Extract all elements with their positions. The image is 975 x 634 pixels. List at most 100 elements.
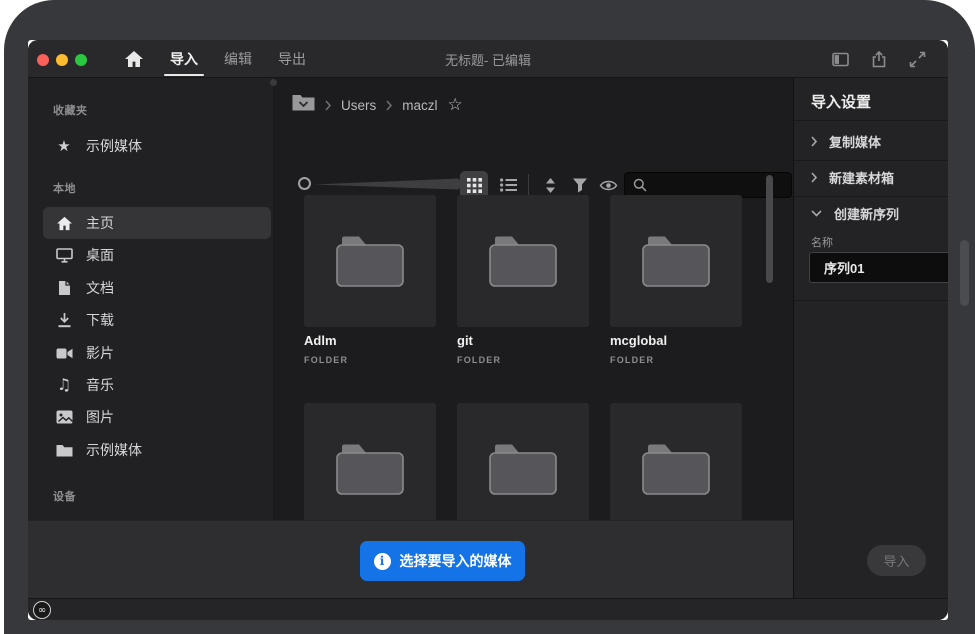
titlebar: 导入 编辑 导出 无标题- 已编辑 xyxy=(28,40,948,78)
sidebar-item-downloads[interactable]: 下载 xyxy=(28,304,273,336)
film-icon xyxy=(55,344,73,362)
chevron-right-icon xyxy=(811,172,817,183)
thumbnail-size-slider-track[interactable] xyxy=(314,176,462,197)
creative-cloud-icon: ∞ xyxy=(33,601,51,619)
setting-label: 创建新序列 xyxy=(834,204,899,223)
tab-import[interactable]: 导入 xyxy=(166,40,202,78)
status-strip: ∞ xyxy=(28,598,948,620)
sidebar-item-home[interactable]: 主页 xyxy=(43,207,271,239)
document-icon xyxy=(55,279,73,297)
hint-text: 选择要导入的媒体 xyxy=(400,551,512,571)
close-button[interactable] xyxy=(37,54,49,66)
devices-section-label: 设备 xyxy=(53,488,76,504)
folder-tile[interactable] xyxy=(304,403,436,520)
setting-label: 新建素材箱 xyxy=(829,168,894,187)
titlebar-actions xyxy=(832,40,926,78)
breadcrumb-segment[interactable]: maczl xyxy=(402,98,437,113)
setting-copy-media[interactable]: 复制媒体 xyxy=(794,124,948,159)
tab-edit[interactable]: 编辑 xyxy=(220,40,256,78)
home-icon[interactable] xyxy=(124,50,144,68)
browser-toolbar xyxy=(274,124,793,154)
monitor-icon xyxy=(55,246,73,264)
chevron-right-icon xyxy=(386,100,392,111)
music-icon: ♫ xyxy=(55,376,73,394)
sort-icon xyxy=(543,177,558,194)
download-icon xyxy=(55,311,73,329)
screen: 导入 编辑 导出 无标题- 已编辑 收藏夹 ★ xyxy=(0,0,975,634)
sidebar-item-label: 主页 xyxy=(86,213,114,233)
panel-divider xyxy=(794,300,948,301)
background-scrollbar xyxy=(960,240,969,306)
folder-name: Adlm xyxy=(304,333,444,348)
sidebar-item-sample-media[interactable]: 示例媒体 xyxy=(28,434,273,466)
local-section-label: 本地 xyxy=(53,180,76,196)
breadcrumb-segment[interactable]: Users xyxy=(341,98,376,113)
folder-icon xyxy=(55,441,73,459)
eye-icon xyxy=(599,179,618,192)
search-input[interactable] xyxy=(653,178,773,192)
filter-icon xyxy=(572,177,588,193)
sidebar-item-label: 图片 xyxy=(86,407,114,427)
folder-type-label: FOLDER xyxy=(610,355,750,365)
import-settings-panel: 导入设置 复制媒体 新建素材箱 创建新序列 名称 导入 xyxy=(793,78,948,598)
breadcrumb: Users maczl ☆ xyxy=(292,92,463,118)
panel-divider xyxy=(794,120,948,121)
setting-label: 复制媒体 xyxy=(829,132,881,151)
folder-tile-adlm[interactable] xyxy=(304,195,436,327)
sidebar-item-music[interactable]: ♫ 音乐 xyxy=(28,369,273,401)
panel-toggle-icon[interactable] xyxy=(832,52,849,67)
traffic-lights xyxy=(37,54,87,66)
sidebar-item-label: 示例媒体 xyxy=(86,136,142,156)
file-browser: Users maczl ☆ xyxy=(273,78,793,520)
sidebar-item-label: 桌面 xyxy=(86,245,114,265)
breadcrumb-folder-icon[interactable] xyxy=(292,94,315,116)
list-icon xyxy=(500,178,517,192)
pane-resize-handle[interactable] xyxy=(270,79,277,86)
sequence-name-input[interactable] xyxy=(809,252,948,283)
chevron-down-icon xyxy=(811,210,822,217)
content-scrollbar[interactable] xyxy=(766,175,773,283)
sidebar-item-desktop[interactable]: 桌面 xyxy=(28,239,273,271)
star-icon: ★ xyxy=(55,137,73,155)
sidebar-item-sample-media-favorite[interactable]: ★ 示例媒体 xyxy=(28,130,273,162)
chevron-right-icon xyxy=(811,136,817,147)
folder-type-label: FOLDER xyxy=(304,355,444,365)
app-window: 导入 编辑 导出 无标题- 已编辑 收藏夹 ★ xyxy=(28,40,948,620)
sidebar-item-documents[interactable]: 文档 xyxy=(28,272,273,304)
sidebar-item-label: 音乐 xyxy=(86,375,114,395)
share-icon[interactable] xyxy=(871,51,887,68)
home-icon xyxy=(55,214,73,232)
folder-tile[interactable] xyxy=(610,403,742,520)
favorite-star-icon[interactable]: ☆ xyxy=(448,97,463,114)
select-media-hint: i 选择要导入的媒体 xyxy=(360,541,525,581)
sidebar-item-label: 下载 xyxy=(86,310,114,330)
sidebar-item-label: 影片 xyxy=(86,343,114,363)
zoom-button[interactable] xyxy=(75,54,87,66)
minimize-button[interactable] xyxy=(56,54,68,66)
folder-tile[interactable] xyxy=(457,403,589,520)
info-icon: i xyxy=(374,553,391,570)
tab-export[interactable]: 导出 xyxy=(274,40,310,78)
folder-name: git xyxy=(457,333,597,348)
setting-new-bin[interactable]: 新建素材箱 xyxy=(794,160,948,195)
import-button[interactable]: 导入 xyxy=(867,545,926,576)
folder-type-label: FOLDER xyxy=(457,355,597,365)
sidebar-item-movies[interactable]: 影片 xyxy=(28,337,273,369)
sidebar-item-label: 示例媒体 xyxy=(86,440,142,460)
search-icon xyxy=(633,178,647,192)
document-title: 无标题- 已编辑 xyxy=(358,40,618,78)
sidebar-item-label: 文档 xyxy=(86,278,114,298)
chevron-right-icon xyxy=(325,100,331,111)
sidebar-item-pictures[interactable]: 图片 xyxy=(28,401,273,433)
folder-tile-mcglobal[interactable] xyxy=(610,195,742,327)
image-icon xyxy=(55,408,73,426)
panel-title: 导入设置 xyxy=(811,91,871,112)
folder-tile-git[interactable] xyxy=(457,195,589,327)
setting-create-sequence[interactable]: 创建新序列 xyxy=(794,196,948,231)
sequence-name-label: 名称 xyxy=(811,234,833,250)
grid-icon xyxy=(467,178,482,193)
thumbnail-size-slider[interactable] xyxy=(298,177,311,190)
mode-tabs: 导入 编辑 导出 xyxy=(166,40,310,78)
fullscreen-icon[interactable] xyxy=(909,51,926,68)
footer-bar: i 选择要导入的媒体 xyxy=(28,520,793,598)
